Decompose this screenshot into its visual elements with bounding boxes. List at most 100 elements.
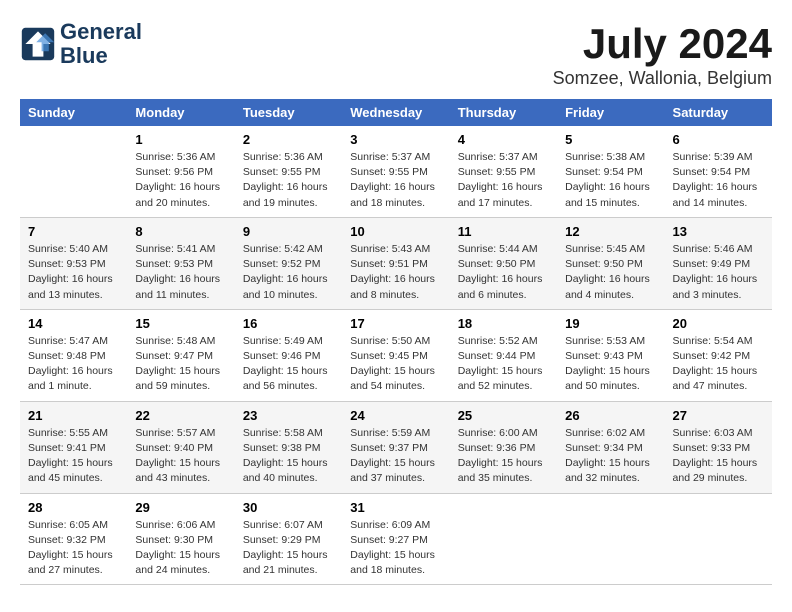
cell-info: Sunrise: 5:49 AM Sunset: 9:46 PM Dayligh… (243, 334, 334, 395)
column-header-sunday: Sunday (20, 99, 127, 126)
header-row: SundayMondayTuesdayWednesdayThursdayFrid… (20, 99, 772, 126)
day-number: 8 (135, 224, 226, 239)
cell-info: Sunrise: 5:36 AM Sunset: 9:55 PM Dayligh… (243, 150, 334, 211)
day-number: 4 (458, 132, 549, 147)
calendar-table: SundayMondayTuesdayWednesdayThursdayFrid… (20, 99, 772, 585)
day-number: 5 (565, 132, 656, 147)
logo: General Blue (20, 20, 142, 68)
week-row-1: 1Sunrise: 5:36 AM Sunset: 9:56 PM Daylig… (20, 126, 772, 217)
cell-info: Sunrise: 6:06 AM Sunset: 9:30 PM Dayligh… (135, 518, 226, 579)
cell-info: Sunrise: 5:58 AM Sunset: 9:38 PM Dayligh… (243, 426, 334, 487)
calendar-cell: 7Sunrise: 5:40 AM Sunset: 9:53 PM Daylig… (20, 217, 127, 309)
calendar-cell: 15 Sunrise: 5:48 AM Sunset: 9:47 PM Dayli… (127, 309, 234, 401)
cell-info: Sunrise: 5:55 AM Sunset: 9:41 PM Dayligh… (28, 426, 119, 487)
cell-info: Sunrise: 6:09 AM Sunset: 9:27 PM Dayligh… (350, 518, 441, 579)
cell-info: Sunrise: 5:39 AM Sunset: 9:54 PM Dayligh… (673, 150, 764, 211)
calendar-cell: 20 Sunrise: 5:54 AM Sunset: 9:42 PM Dayli… (665, 309, 772, 401)
title-block: July 2024 Somzee, Wallonia, Belgium (553, 20, 772, 89)
day-number: 12 (565, 224, 656, 239)
calendar-cell: 4 Sunrise: 5:37 AM Sunset: 9:55 PM Daylig… (450, 126, 557, 217)
week-row-2: 7Sunrise: 5:40 AM Sunset: 9:53 PM Daylig… (20, 217, 772, 309)
calendar-cell: 6 Sunrise: 5:39 AM Sunset: 9:54 PM Daylig… (665, 126, 772, 217)
location-title: Somzee, Wallonia, Belgium (553, 68, 772, 89)
column-header-friday: Friday (557, 99, 664, 126)
cell-info: Sunrise: 5:40 AM Sunset: 9:53 PM Dayligh… (28, 242, 119, 303)
calendar-cell (20, 126, 127, 217)
day-number: 30 (243, 500, 334, 515)
calendar-cell (665, 493, 772, 585)
calendar-cell: 21 Sunrise: 5:55 AM Sunset: 9:41 PM Dayli… (20, 401, 127, 493)
calendar-cell: 24 Sunrise: 5:59 AM Sunset: 9:37 PM Dayli… (342, 401, 449, 493)
cell-info: Sunrise: 5:57 AM Sunset: 9:40 PM Dayligh… (135, 426, 226, 487)
calendar-cell: 5 Sunrise: 5:38 AM Sunset: 9:54 PM Daylig… (557, 126, 664, 217)
calendar-cell: 9Sunrise: 5:42 AM Sunset: 9:52 PM Daylig… (235, 217, 342, 309)
calendar-cell: 27Sunrise: 6:03 AM Sunset: 9:33 PM Dayli… (665, 401, 772, 493)
day-number: 3 (350, 132, 441, 147)
day-number: 21 (28, 408, 119, 423)
cell-info: Sunrise: 5:43 AM Sunset: 9:51 PM Dayligh… (350, 242, 441, 303)
day-number: 29 (135, 500, 226, 515)
calendar-cell: 26 Sunrise: 6:02 AM Sunset: 9:34 PM Dayli… (557, 401, 664, 493)
calendar-cell: 10 Sunrise: 5:43 AM Sunset: 9:51 PM Dayli… (342, 217, 449, 309)
month-title: July 2024 (553, 20, 772, 68)
day-number: 25 (458, 408, 549, 423)
calendar-cell (450, 493, 557, 585)
week-row-4: 21 Sunrise: 5:55 AM Sunset: 9:41 PM Dayli… (20, 401, 772, 493)
column-header-tuesday: Tuesday (235, 99, 342, 126)
day-number: 15 (135, 316, 226, 331)
cell-info: Sunrise: 5:48 AM Sunset: 9:47 PM Dayligh… (135, 334, 226, 395)
calendar-cell: 18Sunrise: 5:52 AM Sunset: 9:44 PM Dayli… (450, 309, 557, 401)
day-number: 20 (673, 316, 764, 331)
day-number: 14 (28, 316, 119, 331)
day-number: 18 (458, 316, 549, 331)
calendar-cell: 3 Sunrise: 5:37 AM Sunset: 9:55 PM Daylig… (342, 126, 449, 217)
cell-info: Sunrise: 5:54 AM Sunset: 9:42 PM Dayligh… (673, 334, 764, 395)
cell-info: Sunrise: 6:07 AM Sunset: 9:29 PM Dayligh… (243, 518, 334, 579)
day-number: 9 (243, 224, 334, 239)
week-row-5: 28Sunrise: 6:05 AM Sunset: 9:32 PM Dayli… (20, 493, 772, 585)
calendar-cell: 25 Sunrise: 6:00 AM Sunset: 9:36 PM Dayli… (450, 401, 557, 493)
calendar-cell: 19Sunrise: 5:53 AM Sunset: 9:43 PM Dayli… (557, 309, 664, 401)
day-number: 10 (350, 224, 441, 239)
day-number: 23 (243, 408, 334, 423)
cell-info: Sunrise: 6:00 AM Sunset: 9:36 PM Dayligh… (458, 426, 549, 487)
cell-info: Sunrise: 5:44 AM Sunset: 9:50 PM Dayligh… (458, 242, 549, 303)
logo-icon (20, 26, 56, 62)
column-header-saturday: Saturday (665, 99, 772, 126)
cell-info: Sunrise: 5:37 AM Sunset: 9:55 PM Dayligh… (458, 150, 549, 211)
day-number: 11 (458, 224, 549, 239)
column-header-wednesday: Wednesday (342, 99, 449, 126)
column-header-monday: Monday (127, 99, 234, 126)
day-number: 19 (565, 316, 656, 331)
day-number: 24 (350, 408, 441, 423)
column-header-thursday: Thursday (450, 99, 557, 126)
day-number: 26 (565, 408, 656, 423)
cell-info: Sunrise: 5:38 AM Sunset: 9:54 PM Dayligh… (565, 150, 656, 211)
page-header: General Blue July 2024 Somzee, Wallonia,… (20, 20, 772, 89)
logo-text: General Blue (60, 20, 142, 68)
day-number: 17 (350, 316, 441, 331)
day-number: 2 (243, 132, 334, 147)
calendar-cell: 14 Sunrise: 5:47 AM Sunset: 9:48 PM Dayli… (20, 309, 127, 401)
calendar-cell: 1Sunrise: 5:36 AM Sunset: 9:56 PM Daylig… (127, 126, 234, 217)
week-row-3: 14 Sunrise: 5:47 AM Sunset: 9:48 PM Dayli… (20, 309, 772, 401)
calendar-cell: 22 Sunrise: 5:57 AM Sunset: 9:40 PM Dayli… (127, 401, 234, 493)
cell-info: Sunrise: 5:47 AM Sunset: 9:48 PM Dayligh… (28, 334, 119, 395)
cell-info: Sunrise: 5:46 AM Sunset: 9:49 PM Dayligh… (673, 242, 764, 303)
day-number: 16 (243, 316, 334, 331)
cell-info: Sunrise: 5:37 AM Sunset: 9:55 PM Dayligh… (350, 150, 441, 211)
calendar-cell: 13 Sunrise: 5:46 AM Sunset: 9:49 PM Dayli… (665, 217, 772, 309)
cell-info: Sunrise: 5:45 AM Sunset: 9:50 PM Dayligh… (565, 242, 656, 303)
calendar-cell: 30 Sunrise: 6:07 AM Sunset: 9:29 PM Dayli… (235, 493, 342, 585)
calendar-cell: 29 Sunrise: 6:06 AM Sunset: 9:30 PM Dayli… (127, 493, 234, 585)
calendar-cell: 16 Sunrise: 5:49 AM Sunset: 9:46 PM Dayli… (235, 309, 342, 401)
cell-info: Sunrise: 5:50 AM Sunset: 9:45 PM Dayligh… (350, 334, 441, 395)
calendar-cell: 17 Sunrise: 5:50 AM Sunset: 9:45 PM Dayli… (342, 309, 449, 401)
day-number: 6 (673, 132, 764, 147)
calendar-cell: 2 Sunrise: 5:36 AM Sunset: 9:55 PM Daylig… (235, 126, 342, 217)
cell-info: Sunrise: 6:02 AM Sunset: 9:34 PM Dayligh… (565, 426, 656, 487)
day-number: 13 (673, 224, 764, 239)
day-number: 22 (135, 408, 226, 423)
cell-info: Sunrise: 6:05 AM Sunset: 9:32 PM Dayligh… (28, 518, 119, 579)
cell-info: Sunrise: 5:59 AM Sunset: 9:37 PM Dayligh… (350, 426, 441, 487)
